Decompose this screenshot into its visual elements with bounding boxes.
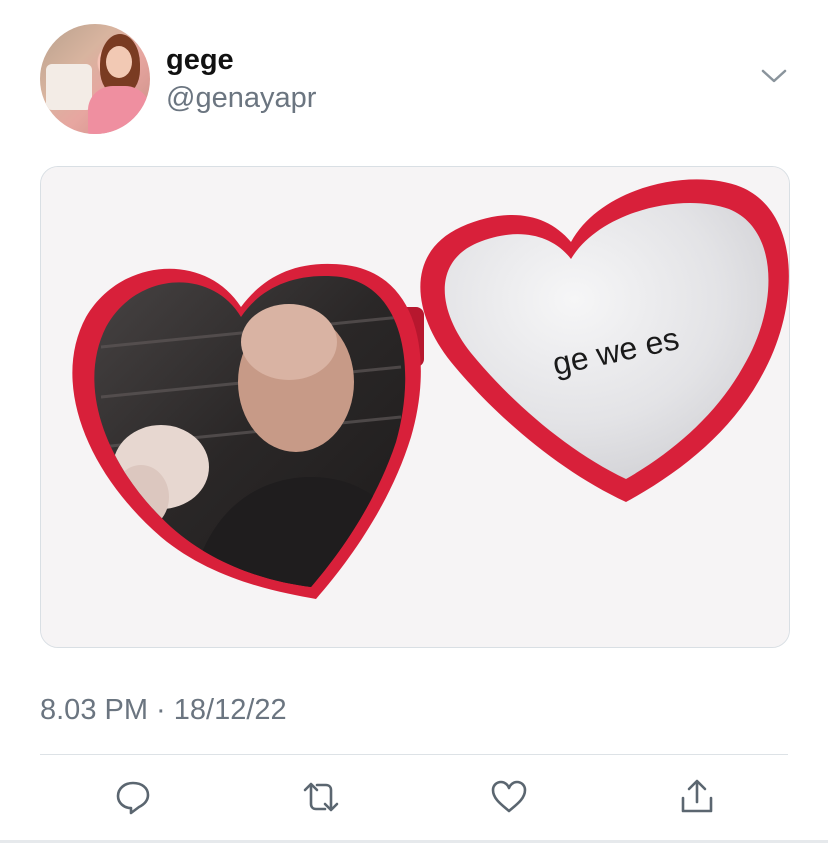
like-button[interactable]: [482, 772, 536, 826]
heart-locket-image: ge we es: [41, 167, 789, 647]
share-button[interactable]: [670, 772, 724, 826]
display-name[interactable]: gege: [166, 44, 234, 77]
avatar[interactable]: [40, 24, 150, 134]
reply-button[interactable]: [106, 772, 160, 826]
avatar-background: [46, 64, 92, 110]
share-icon: [678, 778, 716, 821]
chevron-down-icon[interactable]: [760, 66, 788, 86]
avatar-face: [106, 46, 132, 78]
user-handle[interactable]: @genayapr: [166, 82, 316, 115]
retweet-button[interactable]: [294, 772, 348, 826]
divider: [40, 754, 788, 755]
tweet-actions: [0, 772, 828, 826]
retweet-icon: [301, 778, 341, 821]
heart-icon: [489, 778, 529, 821]
avatar-shirt: [88, 86, 150, 134]
tweet-header: gege @genayapr: [40, 24, 788, 134]
tweet-timestamp[interactable]: 8.03 PM · 18/12/22: [40, 694, 287, 727]
reply-icon: [114, 778, 152, 821]
tweet-image[interactable]: ge we es: [40, 166, 790, 648]
